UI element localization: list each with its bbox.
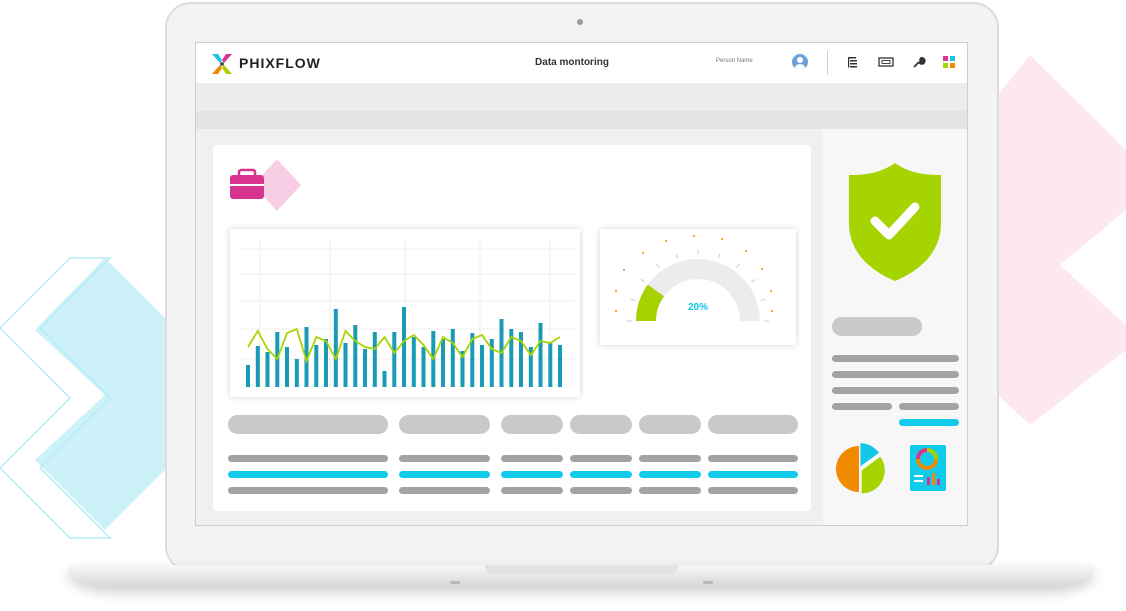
table-header-pill	[399, 415, 490, 434]
chart-bar	[255, 346, 260, 387]
chart-bar	[441, 339, 445, 387]
security-panel	[823, 129, 967, 525]
gauge-tick	[655, 263, 660, 268]
panel-heading-pill	[832, 317, 922, 336]
pie-chart-icon	[836, 443, 885, 494]
table-header-pill	[639, 415, 701, 434]
chart-bar	[402, 307, 406, 387]
table-row-line-highlight	[399, 471, 490, 478]
gauge-tick	[736, 263, 741, 268]
table-header-pill	[501, 415, 563, 434]
report-document-icon	[910, 445, 946, 491]
panel-text-line	[899, 403, 959, 410]
table-row-line	[570, 487, 632, 494]
user-icon	[795, 57, 805, 70]
chart-bar	[411, 337, 416, 387]
app-screen: PHIXFLOW Data montoring Person Name 20%	[195, 42, 968, 526]
gauge-tick	[630, 298, 636, 302]
gauge-chart: 20%	[600, 229, 796, 345]
chart-bar	[353, 325, 358, 387]
brand-name: PHIXFLOW	[239, 55, 321, 71]
table-header-pill	[570, 415, 632, 434]
chart-bar	[558, 345, 562, 387]
table-row-line-highlight	[639, 471, 701, 478]
chart-bar	[382, 371, 387, 387]
chart-bar	[363, 349, 367, 387]
bar-chart-plot	[238, 239, 575, 387]
chart-bar	[450, 329, 455, 387]
chart-bar	[480, 345, 484, 387]
table-header-pill	[708, 415, 798, 434]
table-row-line-highlight	[228, 471, 388, 478]
page-title: Data montoring	[535, 57, 609, 68]
gauge-tick	[717, 253, 721, 259]
gauge-tick	[751, 278, 756, 283]
panel-text-line	[832, 403, 892, 410]
chart-bar	[246, 365, 250, 387]
table-header-pill	[228, 415, 388, 434]
laptop-foot	[450, 581, 460, 584]
apps-icon[interactable]	[942, 55, 956, 69]
gauge-tick	[640, 278, 645, 283]
table-row-line	[639, 487, 701, 494]
chart-bar	[538, 323, 543, 387]
chart-bar	[265, 352, 270, 387]
shield-check-icon	[849, 163, 941, 281]
gauge-value: 20%	[687, 302, 708, 313]
bar-line-chart	[230, 229, 580, 397]
table-row-line	[501, 487, 563, 494]
chart-bar	[343, 343, 348, 387]
sub-toolbar-band	[196, 111, 967, 129]
table-row-line	[399, 487, 490, 494]
chart-bar	[285, 347, 289, 387]
camera-dot	[577, 19, 583, 25]
laptop-foot	[703, 581, 713, 584]
chart-bar	[421, 347, 426, 387]
gauge-plot	[615, 235, 773, 322]
chart-bar	[314, 345, 319, 387]
table-row-line	[501, 455, 563, 462]
table-row-line	[399, 455, 490, 462]
panel-text-line	[832, 355, 959, 362]
person-name[interactable]: Person Name	[716, 58, 753, 64]
table-row-line-highlight	[570, 471, 632, 478]
header-divider	[827, 51, 828, 75]
phixflow-logo-icon	[212, 54, 232, 74]
chart-bar	[372, 332, 377, 387]
list-icon[interactable]	[846, 55, 860, 69]
chart-bar	[324, 339, 328, 387]
dashboard-card: 20%	[213, 145, 811, 511]
monitor-icon[interactable]	[878, 55, 894, 69]
toolbar-band	[196, 83, 967, 111]
chart-bar	[548, 342, 553, 387]
avatar[interactable]	[792, 54, 808, 70]
briefcase-icon	[230, 159, 301, 211]
app-header: PHIXFLOW Data montoring Person Name	[196, 43, 967, 83]
panel-text-line	[832, 371, 959, 378]
gauge-tick	[760, 298, 766, 302]
laptop-notch	[485, 565, 678, 574]
pie-slice	[836, 446, 859, 492]
table-row-line	[639, 455, 701, 462]
table-row-line	[708, 455, 798, 462]
wrench-icon[interactable]	[912, 55, 926, 69]
table-row-line-highlight	[501, 471, 563, 478]
table-row-line-highlight	[708, 471, 798, 478]
chart-bar	[294, 359, 299, 387]
chart-bar	[392, 332, 397, 387]
panel-text-line	[832, 387, 959, 394]
gauge-tick	[675, 253, 679, 259]
chart-bar	[333, 309, 338, 387]
panel-text-line-highlight	[899, 419, 959, 426]
table-row-line	[228, 487, 388, 494]
table-row-line	[570, 455, 632, 462]
table-row-line	[708, 487, 798, 494]
table-row-line	[228, 455, 388, 462]
